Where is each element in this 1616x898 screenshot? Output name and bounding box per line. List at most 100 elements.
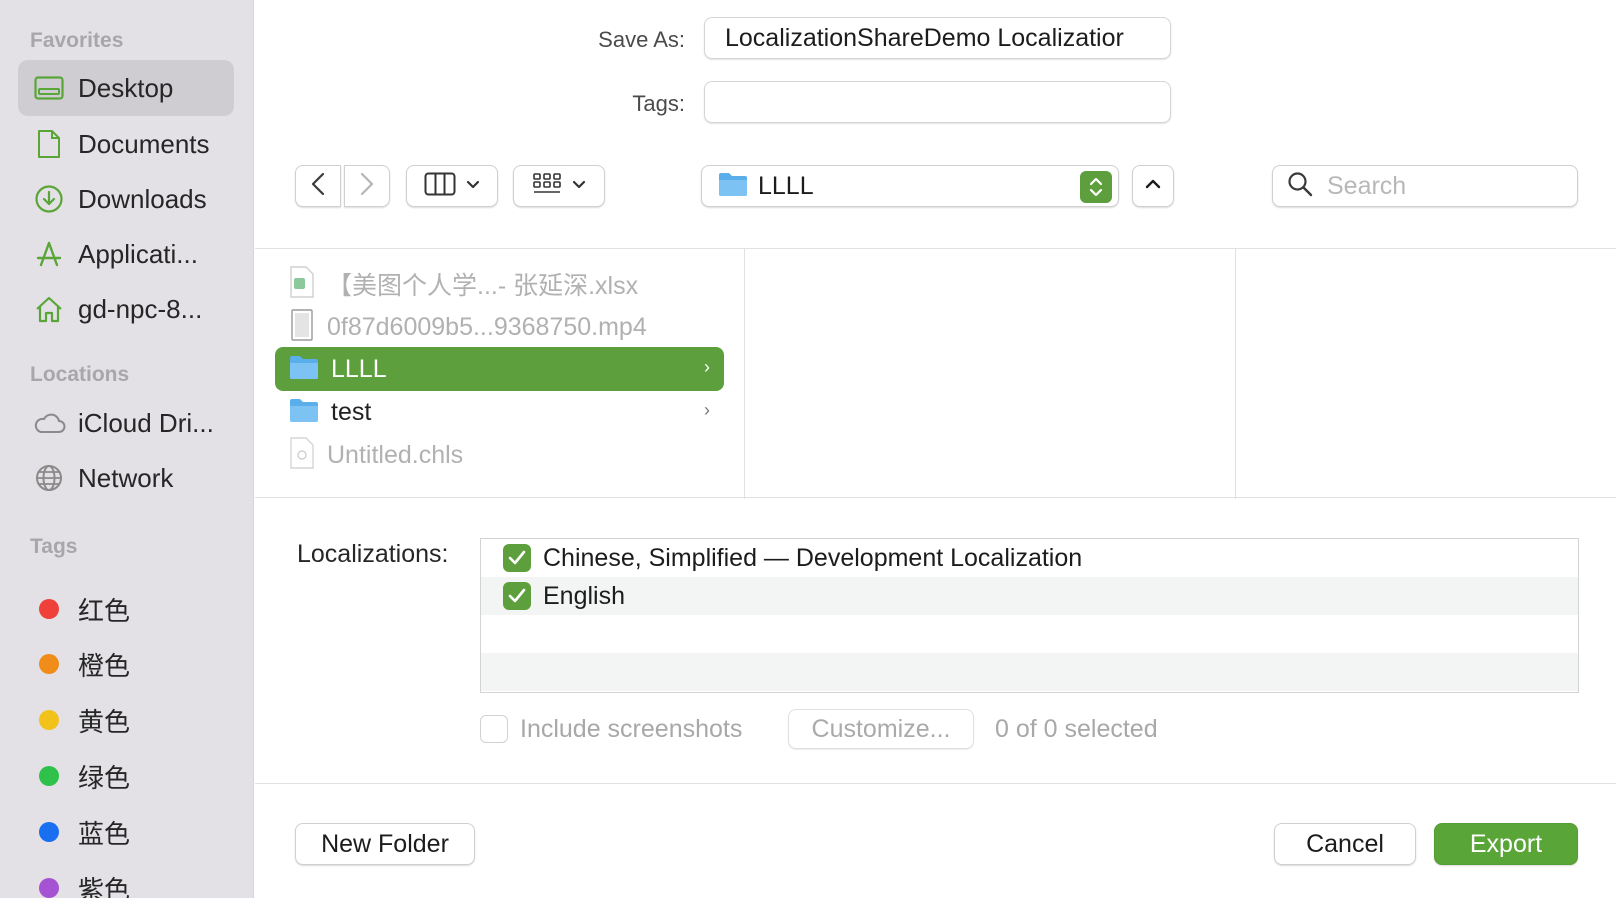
file-name: test: [331, 397, 372, 426]
sidebar-tag-red[interactable]: 红色: [18, 581, 234, 637]
chevron-left-icon: [311, 172, 325, 201]
column-divider: [744, 249, 745, 499]
file-name: 【美图个人学...- 张延深.xlsx: [327, 272, 639, 300]
search-field[interactable]: Search: [1272, 165, 1578, 207]
file-row-selected[interactable]: LLLL ›: [275, 347, 724, 391]
tags-label: Tags:: [632, 91, 685, 116]
sidebar-item-applications[interactable]: Applicati...: [18, 226, 234, 282]
include-screenshots-checkbox[interactable]: [480, 715, 508, 743]
column-divider: [1235, 249, 1236, 499]
tags-heading: Tags: [30, 535, 78, 558]
sidebar-item-label: Desktop: [78, 72, 174, 103]
include-screenshots-label: Include screenshots: [520, 714, 743, 743]
columns-view-icon: [424, 172, 456, 201]
sidebar-tag-yellow[interactable]: 黄色: [18, 692, 234, 748]
tag-dot-icon: [32, 815, 66, 849]
folder-icon: [289, 397, 319, 428]
folder-icon: [718, 171, 748, 202]
checkbox-checked[interactable]: [503, 544, 531, 572]
locations-heading: Locations: [30, 363, 130, 386]
sidebar-item-label: iCloud Dri...: [78, 407, 214, 438]
selected-count: 0 of 0 selected: [995, 714, 1158, 743]
favorites-heading: Favorites: [30, 29, 124, 52]
sidebar: Favorites Desktop Documents Downloads Ap…: [0, 0, 254, 898]
tag-dot-icon: [32, 759, 66, 793]
empty-row: [481, 653, 1578, 691]
export-label: Export: [1469, 829, 1543, 858]
include-screenshots-option[interactable]: Include screenshots: [480, 707, 742, 751]
cancel-button[interactable]: Cancel: [1274, 823, 1416, 865]
network-icon: [32, 461, 66, 495]
sidebar-item-label: Documents: [78, 128, 210, 159]
sidebar-tag-purple[interactable]: 紫色: [18, 860, 234, 898]
localization-row[interactable]: Chinese, Simplified — Development Locali…: [481, 539, 1578, 577]
sidebar-item-documents[interactable]: Documents: [18, 116, 234, 172]
location-popup[interactable]: LLLL: [701, 165, 1119, 207]
sidebar-tag-orange[interactable]: 橙色: [18, 636, 234, 692]
localizations-table: Chinese, Simplified — Development Locali…: [480, 538, 1579, 693]
chevron-right-icon: [360, 172, 374, 201]
checkbox-checked[interactable]: [503, 582, 531, 610]
video-file-icon: [289, 308, 315, 346]
sidebar-item-label: Applicati...: [78, 238, 198, 269]
divider: [255, 783, 1616, 784]
sidebar-item-label: 蓝色: [78, 818, 131, 849]
back-button[interactable]: [295, 165, 341, 207]
forward-button[interactable]: [344, 165, 390, 207]
sidebar-tag-blue[interactable]: 蓝色: [18, 804, 234, 860]
sidebar-item-label: 紫色: [78, 874, 131, 898]
search-icon: [1287, 171, 1313, 202]
expand-collapse-button[interactable]: [1132, 165, 1174, 207]
chevron-down-icon: [466, 177, 480, 195]
sidebar-item-home[interactable]: gd-npc-8...: [18, 281, 234, 337]
tag-dot-icon: [32, 871, 66, 898]
file-name: 0f87d6009b5...9368750.mp4: [327, 312, 647, 341]
cloud-icon: [32, 406, 66, 440]
localizations-label: Localizations:: [297, 540, 449, 568]
save-dialog-main: Save As: LocalizationShareDemo Localizat…: [255, 0, 1616, 898]
export-button[interactable]: Export: [1434, 823, 1578, 865]
home-icon: [32, 292, 66, 326]
file-row[interactable]: Untitled.chls: [275, 433, 724, 477]
sidebar-tag-green[interactable]: 绿色: [18, 748, 234, 804]
file-browser: 【美图个人学...- 张延深.xlsx 0f87d6009b5...936875…: [255, 248, 1616, 499]
save-as-label: Save As:: [598, 27, 685, 52]
location-name: LLLL: [758, 171, 814, 200]
file-row[interactable]: test ›: [275, 390, 724, 434]
localization-row[interactable]: English: [481, 577, 1578, 615]
sidebar-item-label: Downloads: [78, 183, 207, 214]
spreadsheet-icon: [289, 265, 315, 303]
tag-dot-icon: [32, 647, 66, 681]
grid-icon: [532, 172, 562, 201]
file-name: LLLL: [331, 354, 387, 383]
sidebar-item-label: 黄色: [78, 706, 131, 737]
view-mode-button[interactable]: [406, 165, 498, 207]
new-folder-button[interactable]: New Folder: [295, 823, 475, 865]
chevron-right-icon: ›: [704, 400, 710, 420]
sidebar-item-icloud[interactable]: iCloud Dri...: [18, 395, 234, 451]
downloads-icon: [32, 182, 66, 216]
chevron-right-icon: ›: [704, 357, 710, 377]
desktop-icon: [32, 71, 66, 105]
sidebar-item-label: 绿色: [78, 762, 131, 793]
sidebar-item-label: 橙色: [78, 650, 131, 681]
sidebar-item-label: Network: [78, 462, 174, 493]
sidebar-item-downloads[interactable]: Downloads: [18, 171, 234, 227]
popup-arrows-icon: [1080, 171, 1112, 203]
save-as-field[interactable]: LocalizationShareDemo Localizatior: [704, 17, 1171, 59]
document-icon: [289, 436, 315, 474]
file-row[interactable]: 0f87d6009b5...9368750.mp4: [275, 305, 724, 349]
cancel-label: Cancel: [1306, 829, 1384, 858]
chevron-up-icon: [1145, 177, 1161, 195]
tag-dot-icon: [32, 592, 66, 626]
customize-button[interactable]: Customize...: [788, 709, 974, 749]
sidebar-item-desktop[interactable]: Desktop: [18, 60, 234, 116]
group-by-button[interactable]: [513, 165, 605, 207]
sidebar-item-label: 红色: [78, 595, 131, 626]
file-row[interactable]: 【美图个人学...- 张延深.xlsx: [275, 262, 724, 306]
tags-field[interactable]: [704, 81, 1171, 123]
document-icon: [32, 127, 66, 161]
sidebar-item-network[interactable]: Network: [18, 450, 234, 506]
folder-icon: [289, 354, 319, 385]
localization-name: Chinese, Simplified — Development Locali…: [543, 543, 1083, 572]
